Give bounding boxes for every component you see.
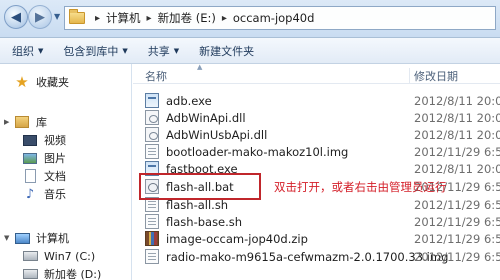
nav-lib-pictures[interactable]: 图片: [22, 150, 66, 166]
drive-icon: [22, 266, 38, 280]
annotation-text: 双击打开，或者右击由管理员运行: [274, 180, 447, 194]
nav-libraries[interactable]: 库: [14, 114, 47, 130]
nav-drive-d[interactable]: 新加卷 (D:): [22, 266, 101, 280]
picture-icon: [22, 150, 38, 166]
command-toolbar: 组织 ▼ 包含到库中 ▼ 共享 ▼ 新建文件夹: [0, 38, 500, 64]
address-bar-area: ◀ ▶ ▼ ▸ 计算机 ▸ 新加卷 (E:) ▸ occam-jop40d: [0, 0, 500, 38]
navigation-pane: ★ 收藏夹 ▶ 库 视频 图片 文档 ♪ 音乐 ▼ 计算机 Win7 (C:) …: [0, 64, 132, 280]
nav-favorites-label: 收藏夹: [36, 76, 69, 89]
file-row[interactable]: bootloader-mako-makoz10l.img 2012/11/29 …: [133, 143, 500, 160]
breadcrumb-drive-e[interactable]: 新加卷 (E:): [158, 10, 216, 26]
file-name: radio-mako-m9615a-cefwmazm-2.0.1700.33.i…: [166, 250, 449, 264]
organize-menu-button[interactable]: 组织 ▼: [6, 43, 49, 59]
nav-computer-label: 计算机: [36, 232, 69, 245]
nav-computer[interactable]: 计算机: [14, 230, 69, 246]
nav-lib-music[interactable]: ♪ 音乐: [22, 186, 66, 202]
column-date-header[interactable]: 修改日期: [409, 68, 458, 84]
file-name: flash-base.sh: [166, 215, 243, 229]
breadcrumb-computer[interactable]: 计算机: [106, 10, 141, 26]
include-in-library-label: 包含到库中: [63, 44, 119, 58]
expand-arrow-icon[interactable]: ▶: [4, 118, 9, 126]
document-icon: [22, 168, 38, 184]
file-name: adb.exe: [166, 94, 212, 108]
library-icon: [14, 114, 30, 130]
dll-file-icon: [145, 110, 159, 125]
nav-drive-c[interactable]: Win7 (C:): [22, 248, 95, 264]
file-name: bootloader-mako-makoz10l.img: [166, 145, 349, 159]
breadcrumb-separator-icon[interactable]: ▸: [147, 13, 152, 24]
sh-file-icon: [145, 214, 159, 229]
chevron-down-icon: ▼: [122, 46, 128, 55]
img-file-icon: [145, 249, 159, 264]
address-path-box[interactable]: ▸ 计算机 ▸ 新加卷 (E:) ▸ occam-jop40d: [64, 6, 496, 30]
drive-icon: [22, 248, 38, 264]
nav-favorites[interactable]: ★ 收藏夹: [14, 73, 69, 91]
nav-drive-d-label: 新加卷 (D:): [44, 268, 102, 280]
nav-lib-pictures-label: 图片: [44, 152, 66, 165]
chevron-down-icon: ▼: [38, 46, 44, 55]
video-icon: [22, 132, 38, 148]
nav-lib-music-label: 音乐: [44, 188, 66, 201]
star-icon: ★: [15, 73, 29, 91]
file-row[interactable]: adb.exe 2012/8/11 20:07: [133, 92, 500, 109]
column-header-row: ▲ 名称 修改日期: [133, 63, 500, 84]
file-row[interactable]: radio-mako-m9615a-cefwmazm-2.0.1700.33.i…: [133, 248, 500, 265]
file-name: image-occam-jop40d.zip: [166, 232, 308, 246]
file-name: AdbWinUsbApi.dll: [166, 128, 268, 142]
nav-lib-videos-label: 视频: [44, 134, 66, 147]
forward-button[interactable]: ▶: [28, 5, 52, 29]
file-date: 2012/11/29 6:51: [414, 232, 500, 246]
breadcrumb-separator-icon[interactable]: ▸: [95, 13, 100, 24]
nav-lib-documents[interactable]: 文档: [22, 168, 66, 184]
organize-label: 组织: [12, 44, 34, 58]
nav-drive-c-label: Win7 (C:): [44, 249, 96, 263]
file-row[interactable]: image-occam-jop40d.zip 2012/11/29 6:51: [133, 230, 500, 247]
file-row[interactable]: AdbWinApi.dll 2012/8/11 20:07: [133, 109, 500, 126]
expand-arrow-icon[interactable]: ▼: [4, 234, 9, 242]
file-name: flash-all.sh: [166, 198, 229, 212]
column-name-header[interactable]: 名称: [145, 68, 167, 84]
recent-pages-chevron-icon[interactable]: ▼: [54, 12, 60, 21]
file-row[interactable]: flash-base.sh 2012/11/29 6:51: [133, 213, 500, 230]
file-list-pane: ▲ 名称 修改日期 adb.exe 2012/8/11 20:07 AdbWin…: [133, 63, 500, 280]
img-file-icon: [145, 144, 159, 159]
share-label: 共享: [147, 44, 170, 58]
nav-lib-documents-label: 文档: [44, 170, 66, 183]
file-row[interactable]: AdbWinUsbApi.dll 2012/8/11 20:07: [133, 126, 500, 143]
file-date: 2012/8/11 20:07: [414, 162, 500, 176]
file-date: 2012/11/29 6:51: [414, 250, 500, 264]
folder-icon: [69, 9, 85, 24]
file-date: 2012/11/29 6:51: [414, 145, 500, 159]
include-in-library-button[interactable]: 包含到库中 ▼: [57, 43, 133, 59]
share-button[interactable]: 共享 ▼: [142, 43, 185, 59]
file-date: 2012/11/29 6:51: [414, 215, 500, 229]
sort-ascending-icon: ▲: [197, 63, 203, 71]
file-date: 2012/8/11 20:07: [414, 94, 500, 108]
breadcrumb-separator-icon[interactable]: ▸: [222, 13, 227, 24]
new-folder-label: 新建文件夹: [199, 44, 255, 58]
file-date: 2012/8/11 20:07: [414, 111, 500, 125]
music-icon: ♪: [25, 186, 35, 202]
dll-file-icon: [145, 127, 159, 142]
file-name: AdbWinApi.dll: [166, 111, 246, 125]
forward-arrow-icon: ▶: [35, 9, 45, 25]
file-date: 2012/11/29 6:51: [414, 198, 500, 212]
chevron-down-icon: ▼: [173, 46, 180, 55]
file-date: 2012/8/11 20:07: [414, 128, 500, 142]
exe-file-icon: [145, 93, 159, 108]
new-folder-button[interactable]: 新建文件夹: [193, 43, 260, 59]
computer-icon: [14, 230, 30, 246]
highlight-box: [139, 173, 261, 200]
nav-libraries-label: 库: [36, 116, 47, 129]
nav-lib-videos[interactable]: 视频: [22, 132, 66, 148]
back-button[interactable]: ◀: [4, 5, 28, 29]
back-arrow-icon: ◀: [11, 9, 21, 25]
breadcrumb-current-folder[interactable]: occam-jop40d: [233, 11, 315, 25]
zip-archive-icon: [145, 231, 159, 246]
